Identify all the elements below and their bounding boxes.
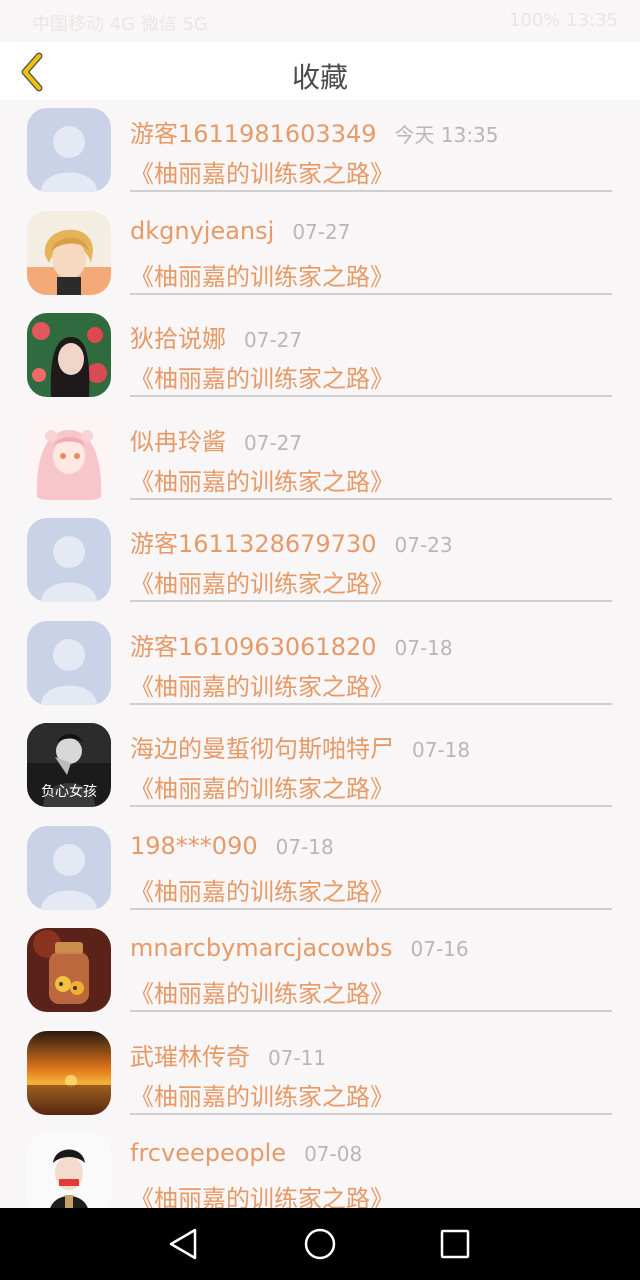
header: 收藏 bbox=[0, 42, 640, 100]
user-row: 游客1611981603349 今天 13:35 bbox=[130, 114, 612, 148]
timestamp: 07-18 bbox=[412, 738, 471, 762]
timestamp: 07-27 bbox=[244, 328, 303, 352]
triangle-back-icon[interactable] bbox=[165, 1226, 201, 1262]
favorite-item[interactable]: 游客1611328679730 07-23 《柚丽嘉的训练家之路》 bbox=[0, 510, 640, 613]
favorite-item[interactable]: 武璀林传奇 07-11 《柚丽嘉的训练家之路》 bbox=[0, 1023, 640, 1126]
username[interactable]: frcveepeople bbox=[130, 1139, 286, 1167]
anime-boy-avatar bbox=[27, 210, 111, 295]
avatar[interactable] bbox=[27, 1030, 111, 1115]
favorite-content: 198***090 07-18 《柚丽嘉的训练家之路》 bbox=[130, 832, 612, 910]
avatar[interactable] bbox=[27, 825, 111, 910]
timestamp: 07-11 bbox=[268, 1045, 327, 1070]
timestamp: 07-08 bbox=[304, 1142, 363, 1166]
system-nav-bar bbox=[0, 1208, 640, 1280]
jar-avatar bbox=[27, 928, 111, 1012]
book-title[interactable]: 《柚丽嘉的训练家之路》 bbox=[130, 154, 612, 189]
username[interactable]: dkgnyjeansj bbox=[130, 217, 274, 245]
default-avatar bbox=[27, 825, 111, 910]
hooded-boy-avatar bbox=[27, 1133, 111, 1208]
favorite-content: 游客1611981603349 今天 13:35 《柚丽嘉的训练家之路》 bbox=[130, 114, 612, 192]
user-row: dkgnyjeansj 07-27 bbox=[130, 217, 612, 251]
user-row: frcveepeople 07-08 bbox=[130, 1139, 612, 1173]
sunset-avatar bbox=[27, 1030, 111, 1115]
timestamp: 07-16 bbox=[410, 937, 469, 961]
favorite-item[interactable]: 游客1610963061820 07-18 《柚丽嘉的训练家之路》 bbox=[0, 613, 640, 716]
book-title[interactable]: 《柚丽嘉的训练家之路》 bbox=[130, 462, 612, 497]
book-title[interactable]: 《柚丽嘉的训练家之路》 bbox=[130, 1179, 612, 1208]
avatar[interactable] bbox=[27, 108, 111, 192]
favorite-item[interactable]: 狄拾说娜 07-27 《柚丽嘉的训练家之路》 bbox=[0, 305, 640, 408]
favorite-content: mnarcbymarcjacowbs 07-16 《柚丽嘉的训练家之路》 bbox=[130, 934, 612, 1012]
favorite-content: 游客1610963061820 07-18 《柚丽嘉的训练家之路》 bbox=[130, 627, 612, 705]
book-title[interactable]: 《柚丽嘉的训练家之路》 bbox=[130, 872, 612, 907]
username[interactable]: 198***090 bbox=[130, 832, 258, 860]
favorite-content: 狄拾说娜 07-27 《柚丽嘉的训练家之路》 bbox=[130, 319, 612, 397]
favorite-item[interactable]: 游客1611981603349 今天 13:35 《柚丽嘉的训练家之路》 bbox=[0, 100, 640, 203]
user-row: 198***090 07-18 bbox=[130, 832, 612, 866]
username[interactable]: 狄拾说娜 bbox=[130, 319, 226, 354]
anime-girl-avatar bbox=[27, 415, 111, 500]
avatar[interactable] bbox=[27, 620, 111, 705]
timestamp: 07-18 bbox=[275, 834, 334, 859]
default-avatar bbox=[27, 108, 111, 192]
user-row: 武璀林传奇 07-11 bbox=[130, 1037, 612, 1071]
square-recent-icon[interactable] bbox=[437, 1226, 473, 1262]
favorite-item[interactable]: 198***090 07-18 《柚丽嘉的训练家之路》 bbox=[0, 818, 640, 921]
username[interactable]: 游客1611328679730 bbox=[130, 524, 377, 559]
status-right-text: 100% 13:35 bbox=[508, 10, 618, 31]
user-row: 游客1610963061820 07-18 bbox=[130, 627, 612, 661]
username[interactable]: 武璀林传奇 bbox=[130, 1037, 250, 1072]
avatar[interactable] bbox=[27, 415, 111, 500]
user-row: mnarcbymarcjacowbs 07-16 bbox=[130, 934, 612, 968]
favorite-content: 海边的曼蜇彻句斯啪特尸 07-18 《柚丽嘉的训练家之路》 bbox=[130, 729, 612, 807]
favorite-item[interactable]: 似冉玲酱 07-27 《柚丽嘉的训练家之路》 bbox=[0, 408, 640, 511]
favorite-item[interactable]: 负心女孩 海边的曼蜇彻句斯啪特尸 07-18 《柚丽嘉的训练家之路》 bbox=[0, 715, 640, 818]
book-title[interactable]: 《柚丽嘉的训练家之路》 bbox=[130, 769, 612, 804]
circle-home-icon[interactable] bbox=[302, 1226, 338, 1262]
username[interactable]: 游客1610963061820 bbox=[130, 627, 377, 662]
username[interactable]: 海边的曼蜇彻句斯啪特尸 bbox=[130, 729, 394, 764]
avatar[interactable]: 负心女孩 bbox=[27, 723, 111, 807]
user-row: 狄拾说娜 07-27 bbox=[130, 319, 612, 353]
favorite-content: 似冉玲酱 07-27 《柚丽嘉的训练家之路》 bbox=[130, 422, 612, 500]
avatar[interactable] bbox=[27, 928, 111, 1012]
favorite-content: frcveepeople 07-08 《柚丽嘉的训练家之路》 bbox=[130, 1139, 612, 1208]
book-title[interactable]: 《柚丽嘉的训练家之路》 bbox=[130, 1077, 612, 1112]
avatar[interactable] bbox=[27, 518, 111, 602]
timestamp: 07-23 bbox=[394, 533, 453, 557]
user-row: 游客1611328679730 07-23 bbox=[130, 524, 612, 558]
avatar[interactable] bbox=[27, 1133, 111, 1208]
book-title[interactable]: 《柚丽嘉的训练家之路》 bbox=[130, 667, 612, 702]
username[interactable]: 游客1611981603349 bbox=[130, 114, 377, 149]
timestamp: 07-27 bbox=[244, 430, 303, 455]
favorite-item[interactable]: frcveepeople 07-08 《柚丽嘉的训练家之路》 bbox=[0, 1125, 640, 1208]
user-row: 海边的曼蜇彻句斯啪特尸 07-18 bbox=[130, 729, 612, 763]
book-title[interactable]: 《柚丽嘉的训练家之路》 bbox=[130, 564, 612, 599]
user-row: 似冉玲酱 07-27 bbox=[130, 422, 612, 456]
timestamp: 07-18 bbox=[394, 635, 453, 660]
favorite-content: dkgnyjeansj 07-27 《柚丽嘉的训练家之路》 bbox=[130, 217, 612, 295]
favorite-content: 游客1611328679730 07-23 《柚丽嘉的训练家之路》 bbox=[130, 524, 612, 602]
username[interactable]: mnarcbymarcjacowbs bbox=[130, 934, 393, 962]
avatar[interactable] bbox=[27, 210, 111, 295]
favorites-list: 游客1611981603349 今天 13:35 《柚丽嘉的训练家之路》 dkgnyj… bbox=[0, 100, 640, 1208]
timestamp: 07-27 bbox=[292, 219, 351, 244]
girl-flowers-avatar bbox=[27, 313, 111, 397]
page-title: 收藏 bbox=[291, 61, 348, 94]
status-left-text: 中国移动 4G 微信 5G bbox=[32, 14, 208, 35]
default-avatar bbox=[27, 518, 111, 602]
default-avatar bbox=[27, 620, 111, 705]
timestamp: 今天 13:35 bbox=[394, 123, 499, 147]
book-title[interactable]: 《柚丽嘉的训练家之路》 bbox=[130, 974, 612, 1009]
avatar-caption: 负心女孩 bbox=[41, 784, 97, 800]
favorite-item[interactable]: dkgnyjeansj 07-27 《柚丽嘉的训练家之路》 bbox=[0, 203, 640, 306]
book-title[interactable]: 《柚丽嘉的训练家之路》 bbox=[130, 257, 612, 292]
username[interactable]: 似冉玲酱 bbox=[130, 422, 226, 457]
favorite-content: 武璀林传奇 07-11 《柚丽嘉的训练家之路》 bbox=[130, 1037, 612, 1115]
favorite-item[interactable]: mnarcbymarcjacowbs 07-16 《柚丽嘉的训练家之路》 bbox=[0, 920, 640, 1023]
book-title[interactable]: 《柚丽嘉的训练家之路》 bbox=[130, 359, 612, 394]
avatar[interactable] bbox=[27, 313, 111, 397]
status-bar: 中国移动 4G 微信 5G 100% 13:35 bbox=[0, 0, 640, 42]
